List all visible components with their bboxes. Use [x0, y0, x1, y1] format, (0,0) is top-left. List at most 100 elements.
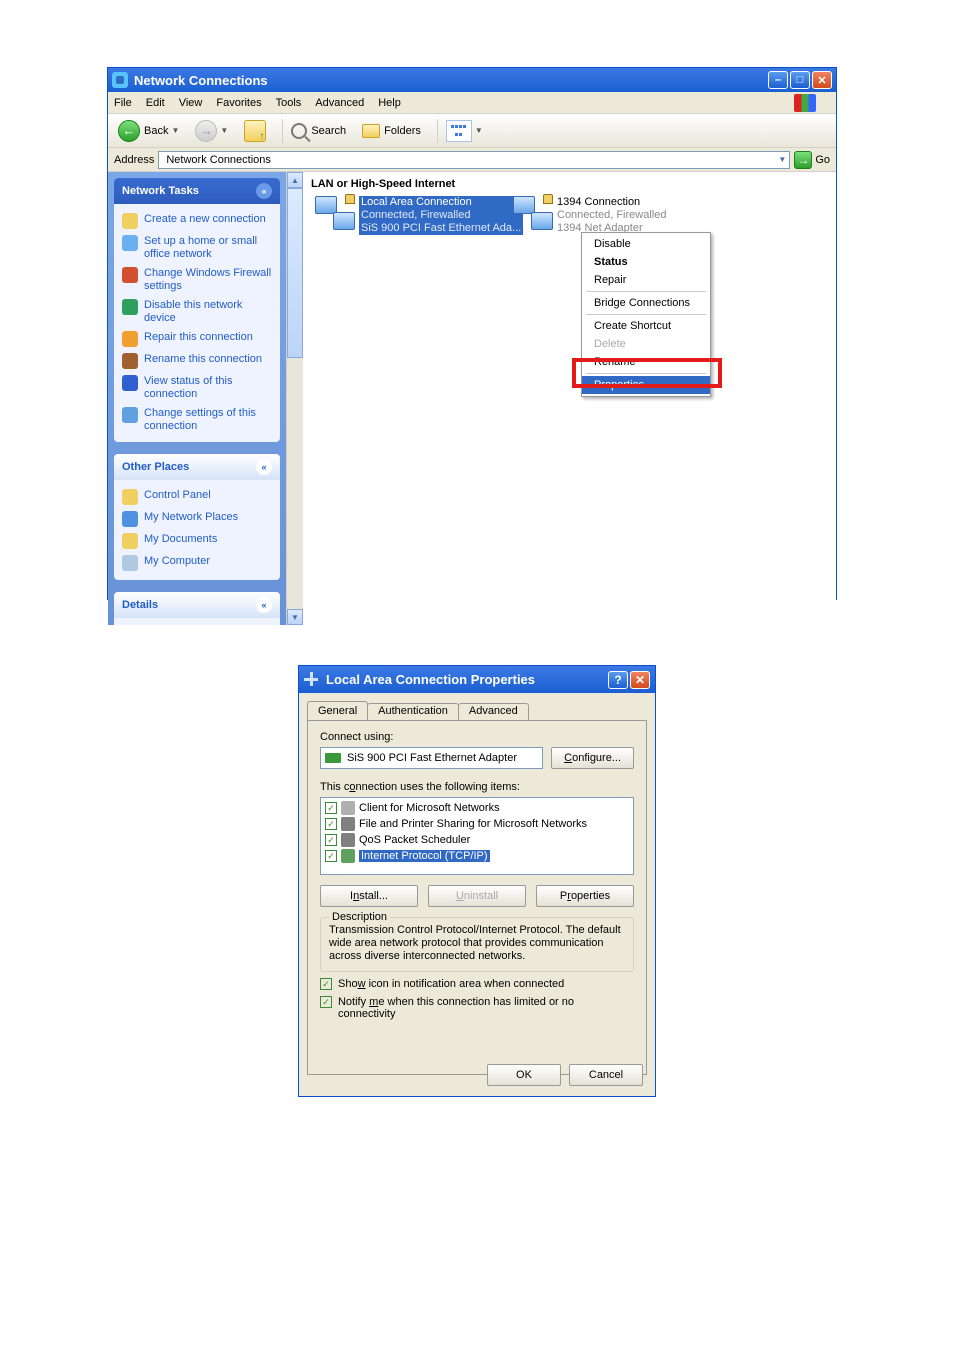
address-field[interactable]: Network Connections ▼ [158, 151, 790, 169]
task-rename[interactable]: Rename this connection [122, 350, 272, 372]
client-icon [341, 801, 355, 815]
components-list[interactable]: ✓Client for Microsoft Networks ✓File and… [320, 797, 634, 875]
checkbox[interactable]: ✓ [325, 802, 337, 814]
task-create-connection[interactable]: Create a new connection [122, 210, 272, 232]
checkbox[interactable]: ✓ [325, 818, 337, 830]
cancel-button[interactable]: Cancel [569, 1064, 643, 1086]
tab-authentication[interactable]: Authentication [367, 703, 459, 720]
item-client[interactable]: ✓Client for Microsoft Networks [323, 800, 631, 816]
search-label: Search [311, 125, 346, 137]
scroll-up-button[interactable]: ▲ [287, 172, 303, 188]
task-disable-device[interactable]: Disable this network device [122, 296, 272, 328]
ctx-status[interactable]: Status [582, 253, 710, 271]
section-header: LAN or High-Speed Internet [311, 176, 828, 192]
connection-1394[interactable]: 1394 Connection Connected, Firewalled 13… [513, 196, 666, 235]
window-title: Network Connections [134, 73, 268, 88]
item-qos[interactable]: ✓QoS Packet Scheduler [323, 832, 631, 848]
views-icon [446, 120, 472, 142]
panel-header[interactable]: Network Tasks « [114, 178, 280, 204]
place-my-documents[interactable]: My Documents [122, 530, 272, 552]
connection-icon [315, 196, 355, 230]
connection-name: 1394 Connection [557, 196, 666, 209]
maximize-button[interactable]: □ [790, 71, 810, 89]
panel-header[interactable]: Details « [114, 592, 280, 618]
task-view-status[interactable]: View status of this connection [122, 372, 272, 404]
up-button[interactable] [240, 118, 270, 144]
collapse-icon[interactable]: « [256, 183, 272, 199]
place-control-panel[interactable]: Control Panel [122, 486, 272, 508]
tab-general[interactable]: General [307, 701, 368, 720]
collapse-icon[interactable]: « [256, 597, 272, 613]
address-bar: Address Network Connections ▼ → Go [108, 148, 836, 172]
folders-button[interactable]: Folders [358, 122, 425, 140]
task-setup-network[interactable]: Set up a home or small office network [122, 232, 272, 264]
install-button[interactable]: Install... [320, 885, 418, 907]
forward-button[interactable]: → ▼ [191, 118, 232, 144]
views-button[interactable]: ▼ [442, 118, 487, 144]
place-my-computer[interactable]: My Computer [122, 552, 272, 574]
network-icon [112, 72, 128, 88]
panel-header[interactable]: Other Places « [114, 454, 280, 480]
checkbox-icon[interactable]: ✓ [320, 996, 332, 1008]
ctx-shortcut[interactable]: Create Shortcut [582, 317, 710, 335]
checkbox[interactable]: ✓ [325, 850, 337, 862]
chevron-down-icon[interactable]: ▼ [778, 155, 786, 164]
titlebar[interactable]: Network Connections – □ ✕ [108, 68, 836, 92]
tab-strip: General Authentication Advanced [307, 701, 647, 720]
windows-flag-icon [794, 94, 816, 112]
context-menu: Disable Status Repair Bridge Connections… [581, 232, 711, 397]
configure-button[interactable]: Configure... [551, 747, 634, 769]
search-button[interactable]: Search [287, 121, 350, 141]
connection-status: Connected, Firewalled [361, 209, 521, 222]
minimize-button[interactable]: – [768, 71, 788, 89]
properties-button[interactable]: Properties [536, 885, 634, 907]
show-icon-checkbox[interactable]: ✓ Show icon in notification area when co… [320, 978, 634, 990]
network-connections-window: Network Connections – □ ✕ File Edit View… [107, 67, 837, 600]
titlebar[interactable]: Local Area Connection Properties ? ✕ [299, 666, 655, 693]
ctx-disable[interactable]: Disable [582, 235, 710, 253]
scroll-down-button[interactable]: ▼ [287, 609, 303, 625]
place-network-places[interactable]: My Network Places [122, 508, 272, 530]
other-places-panel: Other Places « Control Panel My Network … [114, 454, 280, 580]
ctx-rename[interactable]: Rename [582, 353, 710, 371]
task-repair[interactable]: Repair this connection [122, 328, 272, 350]
back-button[interactable]: ← Back ▼ [114, 118, 183, 144]
task-change-settings[interactable]: Change settings of this connection [122, 404, 272, 436]
back-label: Back [144, 125, 168, 137]
forward-arrow-icon: → [195, 120, 217, 142]
menu-edit[interactable]: Edit [146, 97, 165, 109]
connection-lan[interactable]: Local Area Connection Connected, Firewal… [315, 196, 523, 235]
scroll-thumb[interactable] [287, 188, 303, 358]
network-tasks-panel: Network Tasks « Create a new connection … [114, 178, 280, 442]
sidebar-scrollbar[interactable]: ▲ ▼ [286, 172, 303, 625]
address-label: Address [114, 154, 154, 166]
go-button[interactable]: → [794, 151, 812, 169]
description-text: Transmission Control Protocol/Internet P… [329, 924, 625, 963]
lock-icon [543, 194, 553, 204]
item-tcpip[interactable]: ✓Internet Protocol (TCP/IP) [323, 848, 631, 864]
checkbox[interactable]: ✓ [325, 834, 337, 846]
back-arrow-icon: ← [118, 120, 140, 142]
task-firewall[interactable]: Change Windows Firewall settings [122, 264, 272, 296]
checkbox-icon[interactable]: ✓ [320, 978, 332, 990]
adapter-name: SiS 900 PCI Fast Ethernet Adapter [347, 752, 517, 764]
menu-advanced[interactable]: Advanced [315, 97, 364, 109]
ctx-repair[interactable]: Repair [582, 271, 710, 289]
menu-help[interactable]: Help [378, 97, 401, 109]
ctx-bridge[interactable]: Bridge Connections [582, 294, 710, 312]
tab-advanced[interactable]: Advanced [458, 703, 529, 720]
collapse-icon[interactable]: « [256, 459, 272, 475]
ctx-delete: Delete [582, 335, 710, 353]
menu-file[interactable]: File [114, 97, 132, 109]
help-button[interactable]: ? [608, 671, 628, 689]
notify-checkbox[interactable]: ✓ Notify me when this connection has lim… [320, 996, 634, 1020]
close-button[interactable]: ✕ [812, 71, 832, 89]
ok-button[interactable]: OK [487, 1064, 561, 1086]
group-label: Description [329, 911, 390, 923]
item-file-printer[interactable]: ✓File and Printer Sharing for Microsoft … [323, 816, 631, 832]
menu-tools[interactable]: Tools [276, 97, 302, 109]
ctx-properties[interactable]: Properties [582, 376, 710, 394]
menu-view[interactable]: View [179, 97, 203, 109]
menu-favorites[interactable]: Favorites [216, 97, 261, 109]
close-button[interactable]: ✕ [630, 671, 650, 689]
